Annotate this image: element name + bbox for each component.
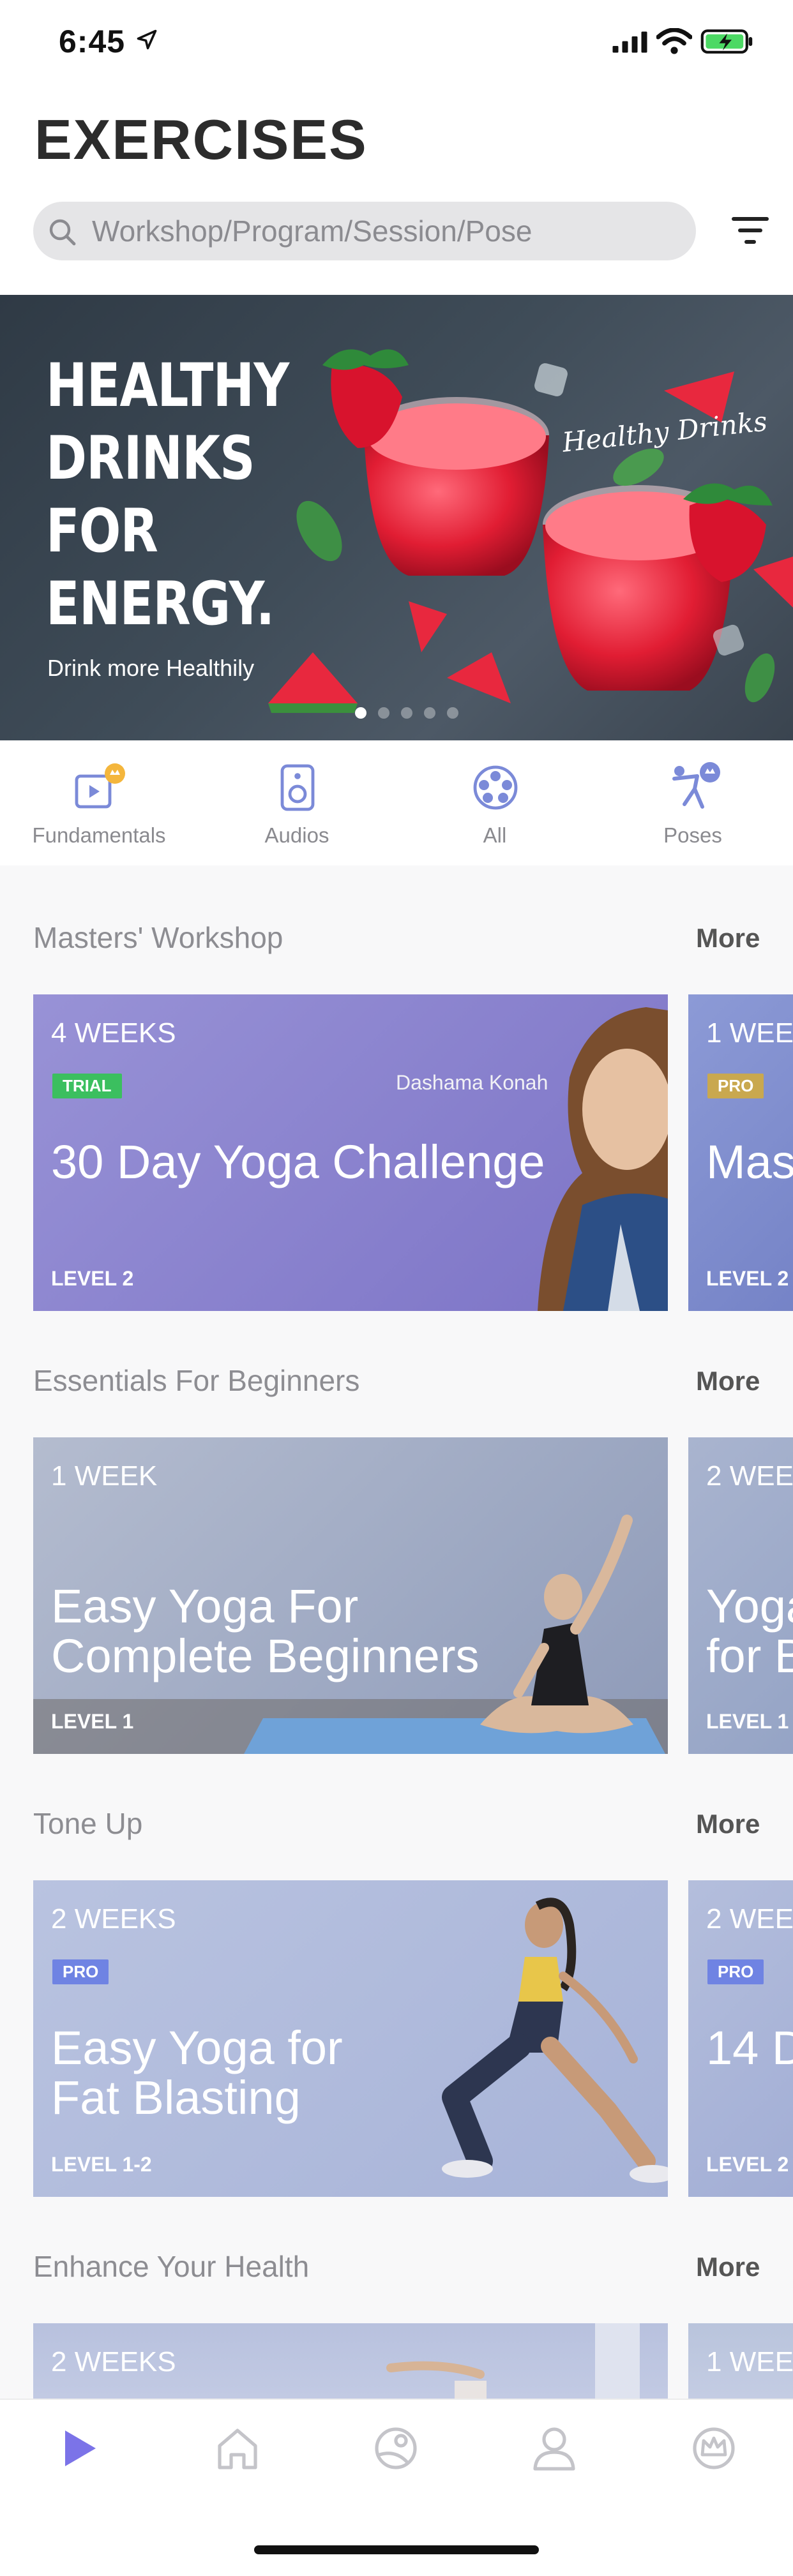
- program-card[interactable]: 2 WEE Yoga for B LEVEL 1: [688, 1437, 793, 1754]
- battery-charging-icon: [700, 29, 753, 54]
- film-reel-icon: [473, 765, 518, 810]
- card-duration: 2 WEEKS: [51, 1903, 176, 1935]
- card-title: Easy Yoga For Complete Beginners: [51, 1580, 480, 1682]
- location-arrow-icon: [137, 29, 157, 50]
- pro-badge: PRO: [707, 1074, 764, 1098]
- card-level: LEVEL 1: [51, 1710, 134, 1733]
- card-level: LEVEL 2: [706, 1267, 789, 1290]
- play-icon[interactable]: [52, 2422, 106, 2475]
- discover-icon[interactable]: [369, 2422, 423, 2475]
- profile-icon[interactable]: [527, 2422, 581, 2475]
- program-card[interactable]: 4 WEEKS TRIAL Dashama Konah 30 Day Yoga …: [33, 994, 668, 1311]
- more-button[interactable]: More: [696, 923, 760, 954]
- banner-headline: HEALTHY DRINKS FOR ENERGY.: [46, 350, 314, 641]
- program-card[interactable]: 1 WEE PRO Mas LEVEL 2: [688, 994, 793, 1311]
- trial-badge: TRIAL: [52, 1074, 122, 1098]
- carousel-dot[interactable]: [401, 707, 412, 719]
- card-title: Easy Yoga for Fat Blasting: [51, 2021, 343, 2124]
- card-duration: 1 WEEK: [51, 1460, 158, 1492]
- category-label: Audios: [264, 823, 329, 847]
- pro-badge: PRO: [707, 1959, 764, 1984]
- crown-icon[interactable]: [687, 2422, 741, 2475]
- fundamentals-icon: [75, 763, 125, 809]
- category-all[interactable]: All: [396, 740, 594, 865]
- header-area: 6:45 EXERCISES: [0, 0, 793, 295]
- more-button[interactable]: More: [696, 1366, 760, 1397]
- section-title: Masters' Workshop: [33, 921, 283, 954]
- section-title: Essentials For Beginners: [33, 1364, 360, 1397]
- program-card[interactable]: 2 WEEKS PRO Easy Yoga for Fat Blasting L…: [33, 1880, 668, 2197]
- section-title: Tone Up: [33, 1807, 143, 1840]
- card-duration: 2 WEE: [706, 1903, 793, 1935]
- promo-banner[interactable]: HEALTHY DRINKS FOR ENERGY. Healthy Drink…: [0, 295, 793, 740]
- carousel-page-indicator[interactable]: [355, 707, 458, 719]
- card-level: LEVEL 1-2: [51, 2153, 152, 2176]
- home-icon[interactable]: [211, 2422, 264, 2475]
- search-input[interactable]: [92, 206, 667, 257]
- category-label: Fundamentals: [32, 823, 166, 847]
- banner-headline-line: DRINKS: [46, 424, 255, 493]
- card-title: 30 Day Yoga Challenge: [51, 1135, 545, 1188]
- category-poses[interactable]: Poses: [594, 740, 792, 865]
- filter-icon[interactable]: [729, 211, 771, 250]
- search-icon: [49, 219, 76, 246]
- card-duration: 1 WEE: [706, 2346, 793, 2378]
- carousel-dot[interactable]: [378, 707, 389, 719]
- carousel-dot[interactable]: [447, 707, 458, 719]
- wifi-icon: [656, 28, 692, 54]
- program-card[interactable]: 2 WEEKS: [33, 2323, 668, 2406]
- pro-badge: PRO: [52, 1959, 109, 1984]
- status-bar: 6:45: [0, 0, 793, 84]
- card-title: Mas: [706, 1135, 793, 1188]
- card-title: 14 D: [706, 2021, 793, 2074]
- card-author: Dashama Konah: [396, 1071, 548, 1094]
- category-audios[interactable]: Audios: [198, 740, 396, 865]
- card-duration: 2 WEE: [706, 1460, 793, 1492]
- pose-icon: [672, 762, 720, 809]
- home-indicator[interactable]: [254, 2545, 539, 2554]
- more-button[interactable]: More: [696, 1809, 760, 1839]
- page-title: EXERCISES: [34, 108, 368, 171]
- more-button[interactable]: More: [696, 2252, 760, 2282]
- carousel-dot[interactable]: [355, 707, 366, 719]
- section-title: Enhance Your Health: [33, 2250, 310, 2283]
- card-duration: 2 WEEKS: [51, 2346, 176, 2378]
- carousel-dot[interactable]: [424, 707, 435, 719]
- category-label: Poses: [663, 823, 722, 847]
- status-time: 6:45: [59, 24, 126, 59]
- card-level: LEVEL 2: [706, 2153, 789, 2176]
- card-duration: 1 WEE: [706, 1017, 793, 1049]
- category-row: Fundamentals Audios All Poses: [0, 740, 793, 865]
- banner-headline-line: FOR: [46, 497, 158, 566]
- card-level: LEVEL 1: [706, 1710, 789, 1733]
- category-fundamentals[interactable]: Fundamentals: [0, 740, 198, 865]
- program-card[interactable]: 1 WEEK Easy Yoga For Complete Beginners …: [33, 1437, 668, 1754]
- card-duration: 4 WEEKS: [51, 1017, 176, 1049]
- card-level: LEVEL 2: [51, 1267, 134, 1290]
- banner-headline-line: HEALTHY: [46, 351, 289, 421]
- program-card[interactable]: 1 WEE: [688, 2323, 793, 2406]
- banner-subtitle: Drink more Healthily: [47, 655, 255, 681]
- program-card[interactable]: 2 WEE PRO 14 D LEVEL 2: [688, 1880, 793, 2197]
- audio-speaker-icon: [280, 764, 315, 811]
- banner-headline-line: ENERGY.: [46, 569, 275, 639]
- cellular-signal-icon: [612, 31, 647, 53]
- card-title: Yoga for B: [706, 1580, 793, 1682]
- category-label: All: [483, 823, 507, 847]
